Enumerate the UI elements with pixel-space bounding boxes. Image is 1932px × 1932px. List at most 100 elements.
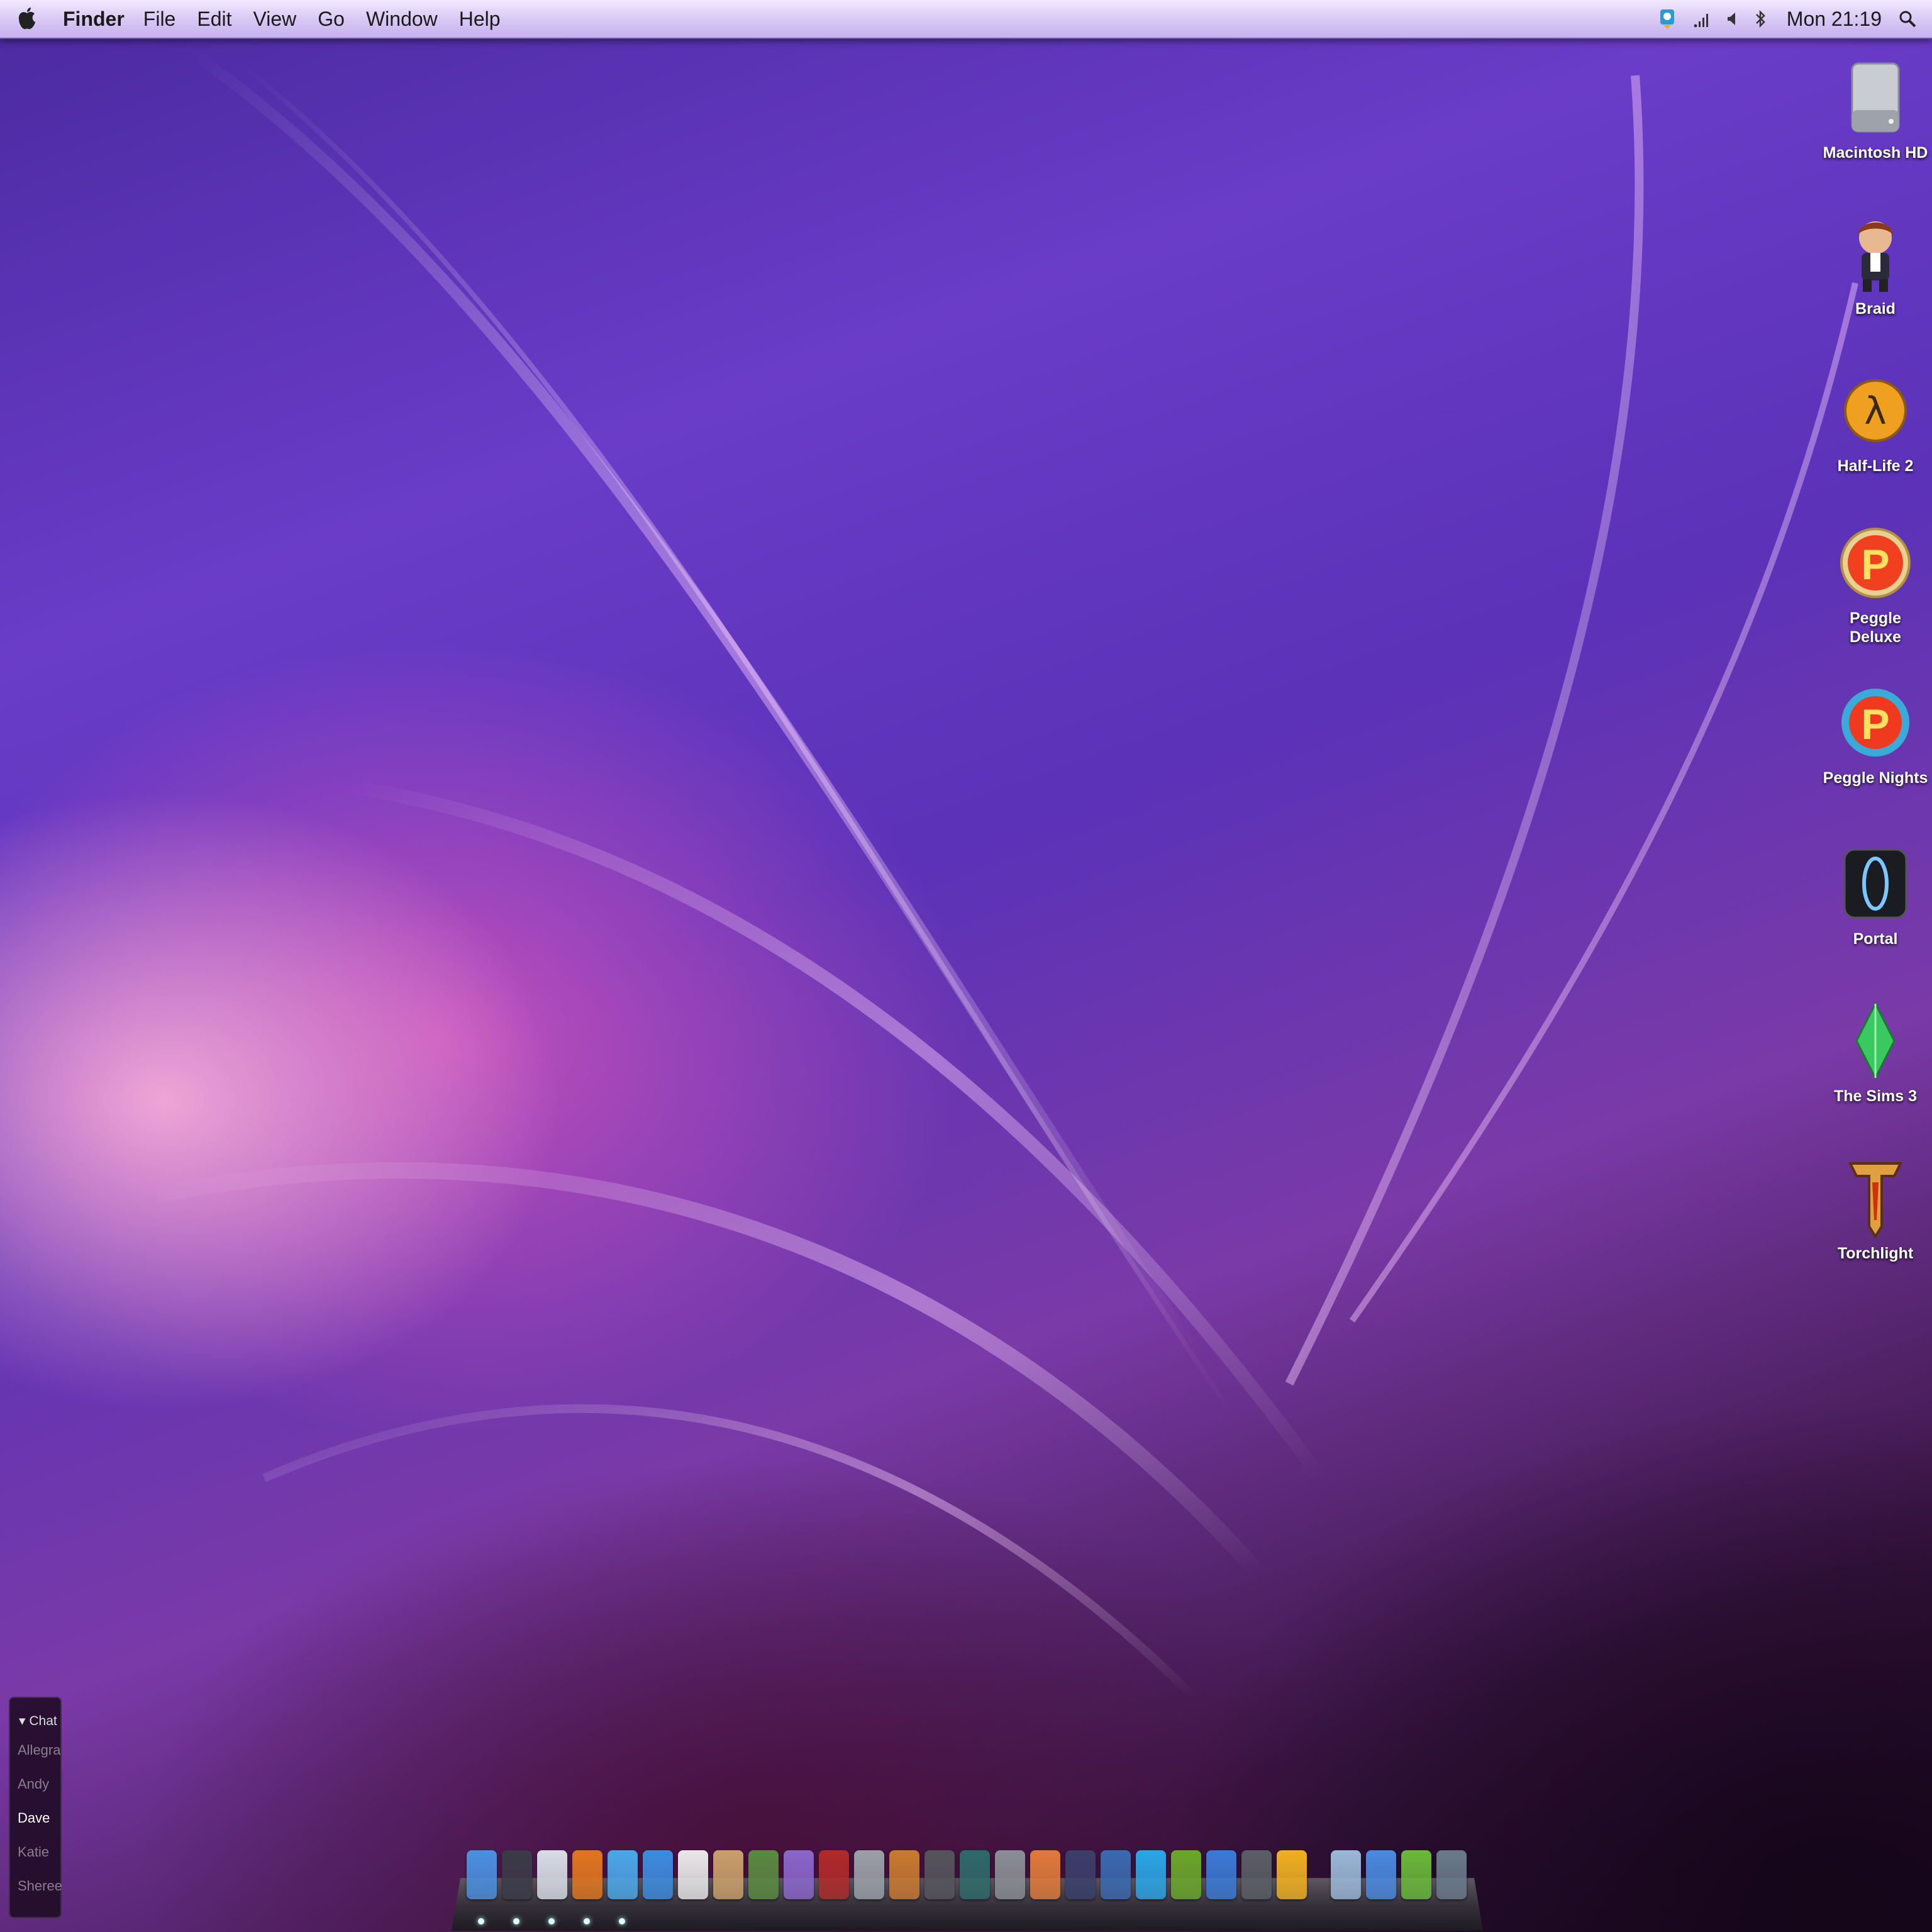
chat-contact-active[interactable]: Dave xyxy=(18,1810,50,1826)
steam-icon xyxy=(1241,1850,1272,1899)
iphoto-icon xyxy=(748,1850,779,1899)
desktop-icon-macintosh-hd[interactable]: Macintosh HD xyxy=(1819,57,1932,162)
menu-file[interactable]: File xyxy=(143,8,176,31)
chat-contact[interactable]: Allegra xyxy=(18,1742,60,1758)
apple-menu-icon[interactable] xyxy=(18,6,38,31)
svg-text:P: P xyxy=(1861,701,1889,748)
spotlight-search-icon[interactable] xyxy=(1898,9,1917,28)
running-indicator xyxy=(513,1918,519,1924)
pages-dock-item[interactable] xyxy=(1030,1849,1060,1899)
mail-dock-item[interactable] xyxy=(537,1849,567,1924)
desktop-icon-peggle-deluxe[interactable]: P Peggle Deluxe xyxy=(1819,522,1932,647)
dock-icon-row xyxy=(467,1849,1472,1924)
numbers-dock-item[interactable] xyxy=(1101,1849,1131,1899)
menu-go[interactable]: Go xyxy=(318,8,345,31)
desktop-icon-label: Peggle Deluxe xyxy=(1850,609,1901,646)
iphoto-dock-item[interactable] xyxy=(748,1849,779,1899)
preview-dock-item[interactable] xyxy=(889,1849,919,1899)
ichat-icon xyxy=(608,1850,638,1899)
desktop-icon-label: Torchlight xyxy=(1837,1245,1914,1262)
downloads-stack-icon xyxy=(1401,1850,1431,1899)
svg-text:λ: λ xyxy=(1864,389,1887,433)
menu-bar: Finder File Edit View Go Window Help Mon… xyxy=(0,0,1932,39)
trash-dock-item[interactable] xyxy=(1436,1849,1467,1899)
half-life-2-icon: λ xyxy=(1835,370,1916,452)
downloads-stack-dock-item[interactable] xyxy=(1401,1849,1431,1899)
chat-contact[interactable]: Sheree xyxy=(18,1878,62,1894)
desktop-icon-label: Macintosh HD xyxy=(1823,144,1928,162)
svg-text:P: P xyxy=(1861,541,1889,589)
time-machine-dock-item[interactable] xyxy=(960,1849,990,1899)
ichat-dock-item[interactable] xyxy=(608,1849,638,1924)
applications-stack-dock-item[interactable] xyxy=(1366,1849,1396,1899)
volume-icon[interactable] xyxy=(1726,10,1738,28)
menu-app-name[interactable]: Finder xyxy=(63,8,125,31)
menu-clock[interactable]: Mon 21:19 xyxy=(1787,8,1882,31)
desktop-icon-label: Peggle Nights xyxy=(1823,769,1928,787)
desktop-icon-portal[interactable]: Portal xyxy=(1819,843,1932,948)
desktop-icon-torchlight[interactable]: Torchlight xyxy=(1819,1157,1932,1263)
menu-view[interactable]: View xyxy=(253,8,296,31)
menu-help[interactable]: Help xyxy=(459,8,501,31)
running-indicator xyxy=(584,1918,590,1924)
skype-icon xyxy=(1136,1850,1166,1899)
dock-separator xyxy=(1312,1849,1326,1899)
pages-icon xyxy=(1030,1850,1060,1899)
firefox-icon xyxy=(572,1850,602,1899)
menu-edit[interactable]: Edit xyxy=(197,8,231,31)
hard-drive-icon xyxy=(1835,57,1916,138)
steam-dock-item[interactable] xyxy=(1241,1849,1272,1899)
desktop-icon-peggle-nights[interactable]: P Peggle Nights xyxy=(1819,682,1932,787)
launchpad-dock-item[interactable] xyxy=(502,1849,532,1924)
peggle-nights-icon: P xyxy=(1835,682,1916,763)
chat-contact[interactable]: Andy xyxy=(18,1776,49,1792)
script-editor-icon xyxy=(1277,1850,1307,1899)
itunes-dock-item[interactable] xyxy=(784,1849,814,1899)
documents-stack-dock-item[interactable] xyxy=(1331,1849,1361,1899)
desktop-icon-braid[interactable]: Braid xyxy=(1819,213,1932,318)
desktop-icon-label: Half-Life 2 xyxy=(1837,457,1914,475)
sims-3-icon xyxy=(1835,1000,1916,1082)
xcode-dock-item[interactable] xyxy=(1065,1849,1096,1899)
mail-icon xyxy=(537,1850,567,1899)
skype-status-icon[interactable] xyxy=(1658,8,1677,30)
dvd-player-dock-item[interactable] xyxy=(854,1849,884,1899)
address-book-icon xyxy=(713,1850,743,1899)
photo-booth-dock-item[interactable] xyxy=(819,1849,849,1899)
textedit-dock-item[interactable] xyxy=(1206,1849,1236,1899)
finder-dock-item[interactable] xyxy=(467,1849,497,1924)
desktop-icon-label: Braid xyxy=(1855,300,1896,318)
desktop-icon-half-life-2[interactable]: λ Half-Life 2 xyxy=(1819,370,1932,475)
script-editor-dock-item[interactable] xyxy=(1277,1849,1307,1899)
dvd-player-icon xyxy=(854,1850,884,1899)
spotify-icon xyxy=(1171,1850,1201,1899)
facetime-icon xyxy=(643,1850,673,1899)
chat-contact[interactable]: Katie xyxy=(18,1844,49,1860)
torchlight-icon xyxy=(1835,1157,1916,1239)
wifi-signal-icon[interactable] xyxy=(1694,10,1710,28)
textedit-icon xyxy=(1206,1850,1236,1899)
chat-widget: ▾ Chat Allegra Andy Dave Katie Sheree xyxy=(9,1697,62,1918)
imovie-dock-item[interactable] xyxy=(924,1849,955,1899)
spotify-dock-item[interactable] xyxy=(1171,1849,1201,1899)
desktop-wallpaper xyxy=(0,0,1932,1932)
skype-dock-item[interactable] xyxy=(1136,1849,1166,1899)
numbers-icon xyxy=(1101,1850,1131,1899)
system-preferences-dock-item[interactable] xyxy=(995,1849,1025,1899)
system-preferences-icon xyxy=(995,1850,1025,1899)
finder-icon xyxy=(467,1850,497,1899)
running-indicator xyxy=(478,1918,484,1924)
time-machine-icon xyxy=(960,1850,990,1899)
address-book-dock-item[interactable] xyxy=(713,1849,743,1899)
firefox-dock-item[interactable] xyxy=(572,1849,602,1924)
chat-header[interactable]: ▾ Chat xyxy=(19,1713,57,1729)
desktop-icon-the-sims-3[interactable]: The Sims 3 xyxy=(1819,1000,1932,1106)
photo-booth-icon xyxy=(819,1850,849,1899)
applications-stack-icon xyxy=(1366,1850,1396,1899)
bluetooth-icon[interactable] xyxy=(1754,9,1767,28)
desktop-icon-label: The Sims 3 xyxy=(1834,1087,1917,1105)
facetime-dock-item[interactable] xyxy=(643,1849,673,1899)
menu-window[interactable]: Window xyxy=(366,8,438,31)
ical-dock-item[interactable] xyxy=(678,1849,708,1899)
documents-stack-icon xyxy=(1331,1850,1361,1899)
